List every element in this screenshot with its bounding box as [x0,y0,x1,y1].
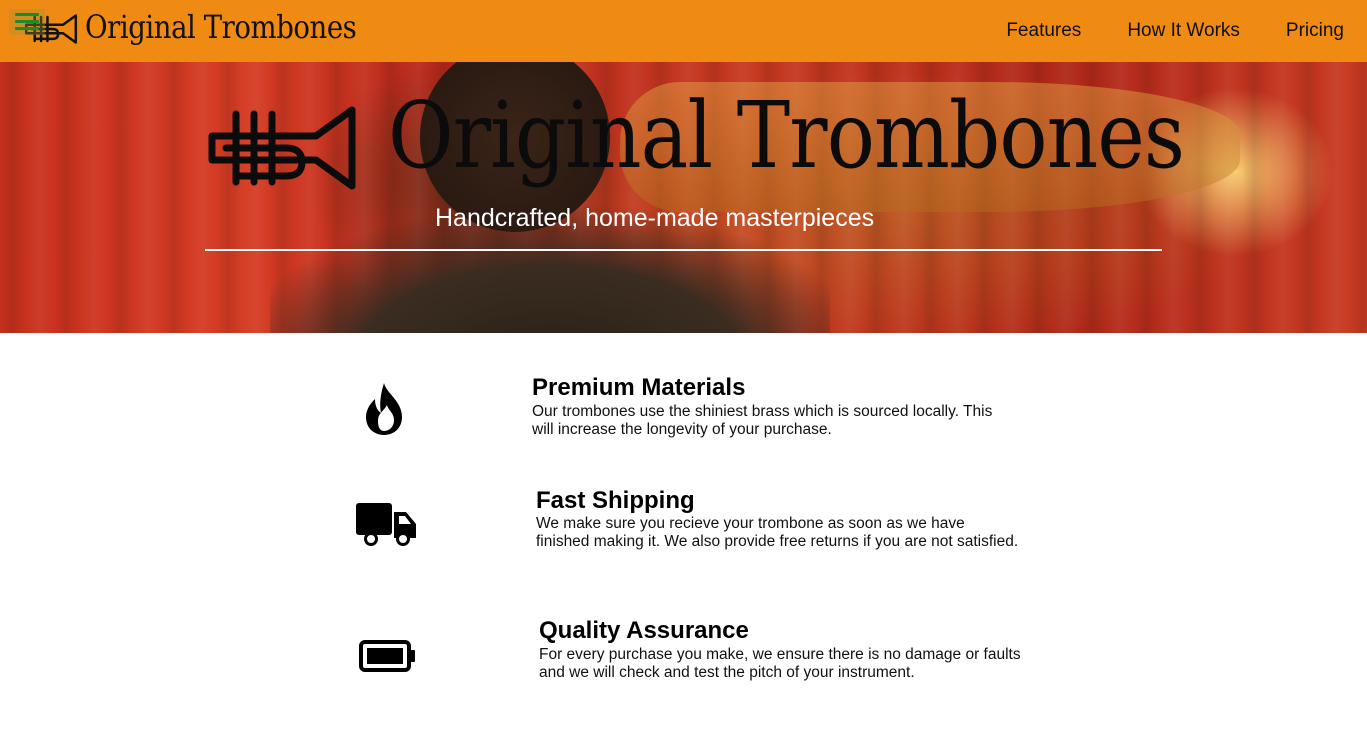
nav-link-features[interactable]: Features [1006,20,1081,42]
feature-title: Premium Materials [532,374,746,401]
battery-full-icon [359,640,415,672]
hero-banner: Original Trombones Handcrafted, home-mad… [0,62,1367,333]
nav-link-how-it-works[interactable]: How It Works [1127,20,1240,42]
feature-title: Fast Shipping [536,487,695,514]
main-nav: Features How It Works Pricing [960,0,1344,62]
feature-description: For every purchase you make, we ensure t… [539,646,1021,681]
site-header: Original Trombones Features How It Works… [0,0,1367,62]
hero-title: Original Trombones [388,82,1185,189]
feature-description: We make sure you recieve your trombone a… [536,515,1019,550]
hamburger-menu-icon[interactable] [9,9,45,35]
brand-name[interactable]: Original Trombones [85,8,357,46]
feature-description: Our trombones use the shiniest brass whi… [532,403,993,438]
trumpet-logo-icon [208,106,356,190]
nav-link-pricing[interactable]: Pricing [1286,20,1344,42]
truck-icon [356,503,416,546]
flame-icon [366,383,402,435]
hero-divider [205,249,1162,251]
feature-title: Quality Assurance [539,617,749,644]
hero-tagline: Handcrafted, home-made masterpieces [435,204,875,232]
